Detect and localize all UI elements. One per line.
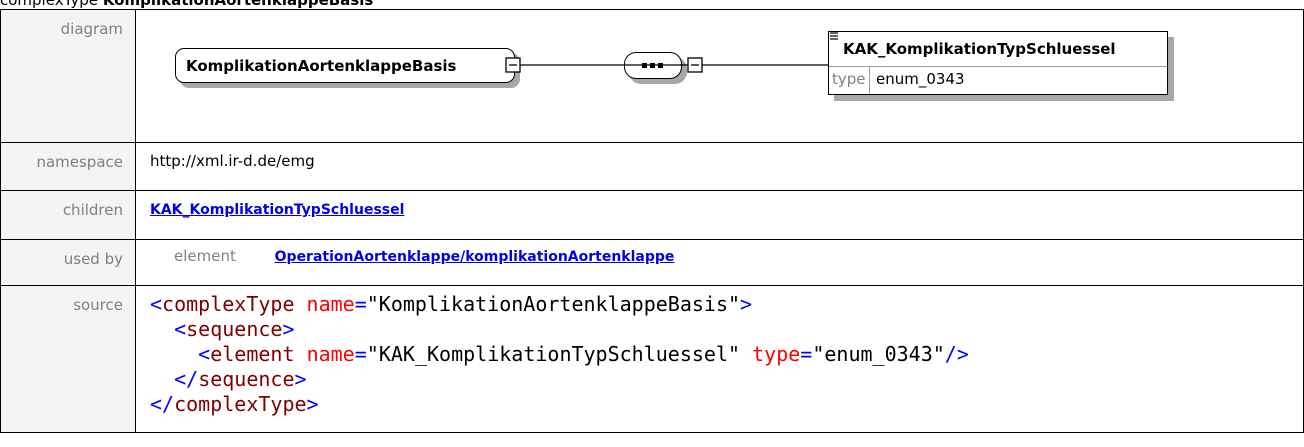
connector-2 xyxy=(680,57,828,73)
list-icon xyxy=(830,32,838,40)
heading-name: KomplikationAortenklappeBasis xyxy=(102,0,374,9)
usedby-kind: element xyxy=(174,247,236,265)
element-type-label: type xyxy=(832,70,866,88)
doc-table: diagram KomplikationAortenklappeBasis KA… xyxy=(0,9,1304,433)
sequence-compositor[interactable] xyxy=(624,52,682,79)
element-type-value: enum_0343 xyxy=(876,70,965,88)
page-heading: complexType KomplikationAortenklappeBasi… xyxy=(0,0,373,9)
element-box[interactable]: KAK_KomplikationTypSchluessel type enum_… xyxy=(828,31,1168,95)
schema-diagram: KomplikationAortenklappeBasis KAK_Kompli… xyxy=(150,10,1250,140)
element-name: KAK_KomplikationTypSchluessel xyxy=(843,40,1116,58)
complex-type-box[interactable]: KomplikationAortenklappeBasis xyxy=(175,48,515,83)
source-row: source <complexType name="KomplikationAo… xyxy=(0,285,1304,433)
usedby-link[interactable]: OperationAortenklappe/komplikationAorten… xyxy=(275,249,675,265)
source-code: <complexType name="KomplikationAortenkla… xyxy=(150,292,969,416)
namespace-value: http://xml.ir-d.de/emg xyxy=(135,142,1304,191)
children-link[interactable]: KAK_KomplikationTypSchluessel xyxy=(150,202,404,218)
diagram-label: diagram xyxy=(0,9,136,143)
usedby-row: used by element OperationAortenklappe/ko… xyxy=(0,239,1304,286)
source-label: source xyxy=(0,285,136,433)
children-label: children xyxy=(0,190,136,240)
diagram-row: diagram KomplikationAortenklappeBasis KA… xyxy=(0,9,1304,143)
connector-1 xyxy=(505,57,624,73)
complex-type-name: KomplikationAortenklappeBasis xyxy=(186,57,457,75)
usedby-label: used by xyxy=(0,239,136,286)
sequence-icon xyxy=(625,63,681,68)
heading-prefix: complexType xyxy=(0,0,99,9)
namespace-row: namespace http://xml.ir-d.de/emg xyxy=(0,142,1304,191)
children-row: children KAK_KomplikationTypSchluessel xyxy=(0,190,1304,240)
namespace-label: namespace xyxy=(0,142,136,191)
